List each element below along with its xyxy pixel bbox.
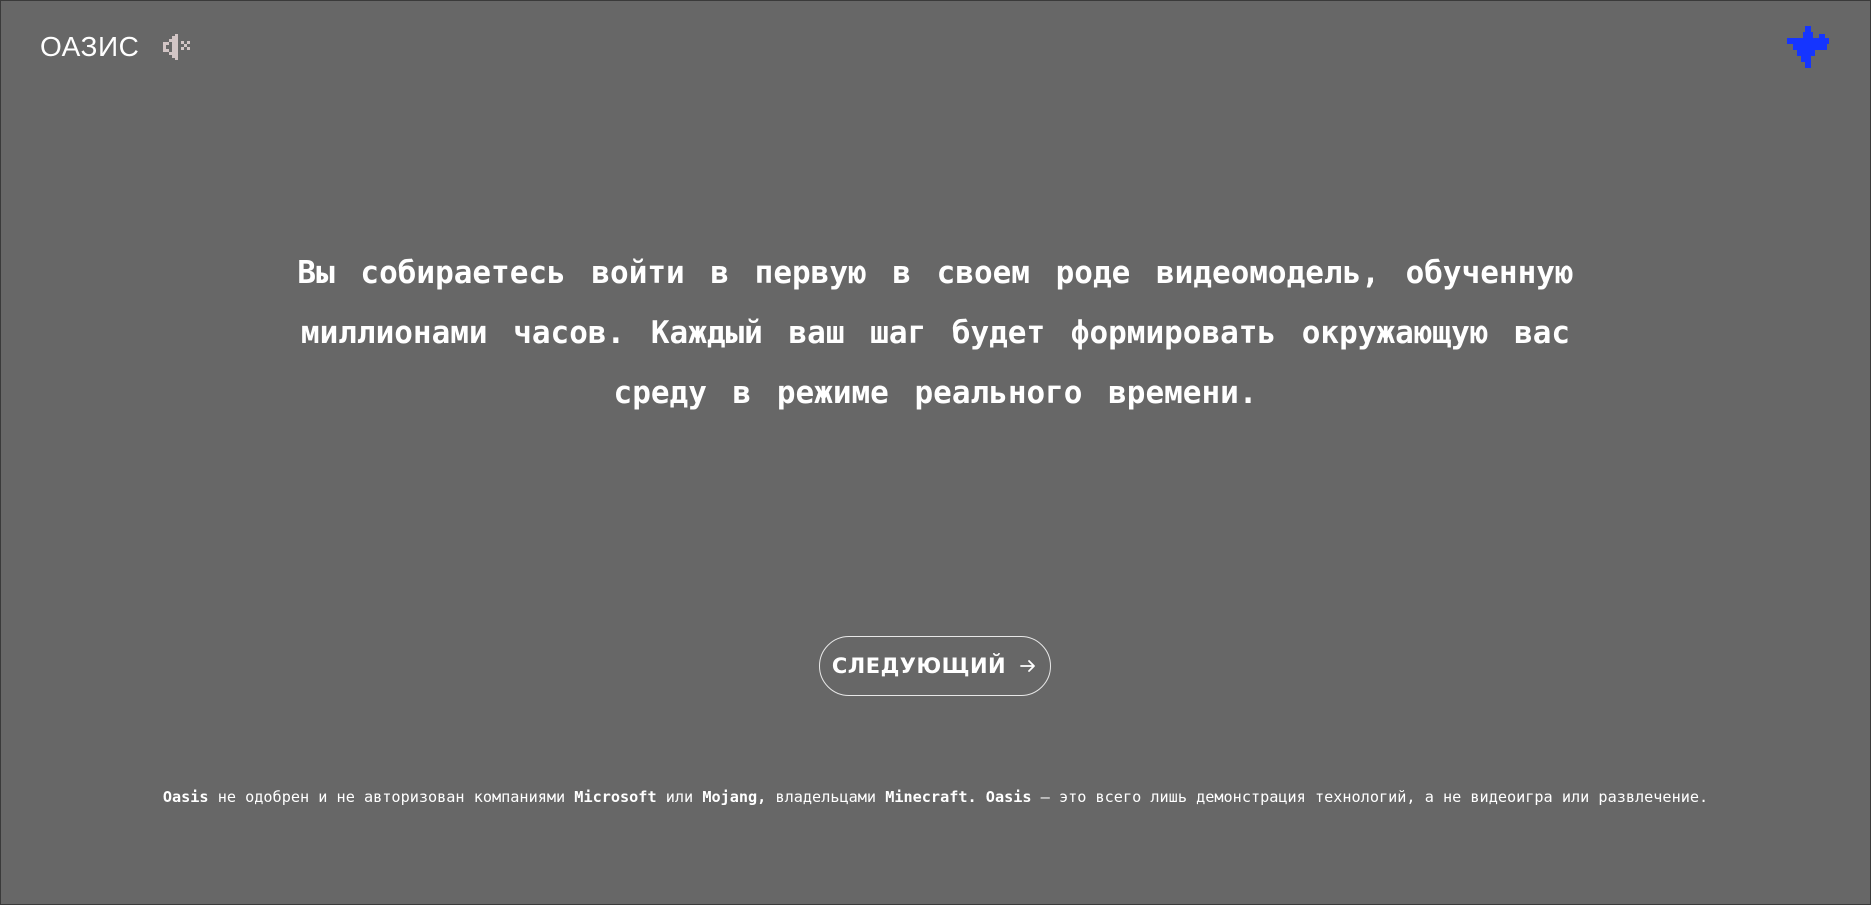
- next-button-label: СЛЕДУЮЩИЙ: [831, 654, 1007, 678]
- disclaimer-mojang: Mojang,: [702, 788, 767, 806]
- disclaimer-text: или: [656, 788, 703, 806]
- page-frame: [0, 0, 1871, 905]
- disclaimer-text: владельцами: [766, 788, 886, 806]
- disclaimer-microsoft: Microsoft: [574, 788, 657, 806]
- disclaimer: Oasis не одобрен и не авторизован компан…: [0, 788, 1871, 806]
- brand-title: ОАЗИС: [40, 31, 140, 62]
- intro-line: миллионами часов. Каждый ваш шаг будет ф…: [300, 315, 1571, 351]
- disclaimer-text: — это всего лишь демонстрация технологий…: [1031, 788, 1709, 806]
- disclaimer-oasis: Oasis: [162, 788, 209, 806]
- pixel-star-logo-icon[interactable]: [1785, 24, 1831, 70]
- header-brand: ОАЗИС: [40, 30, 193, 64]
- disclaimer-oasis: Oasis: [985, 788, 1032, 806]
- disclaimer-text: не одобрен и не авторизован компаниями: [208, 788, 575, 806]
- disclaimer-minecraft: Minecraft.: [885, 788, 977, 806]
- intro-line: Вы собираетесь войти в первую в своем ро…: [297, 255, 1574, 291]
- arrow-right-icon: [1020, 660, 1036, 672]
- intro-text: Вы собираетесь войти в первую в своем ро…: [230, 243, 1641, 423]
- next-button[interactable]: СЛЕДУЮЩИЙ: [819, 636, 1051, 696]
- disclaimer-text: [977, 788, 986, 806]
- speaker-muted-icon[interactable]: [159, 30, 193, 64]
- intro-line: среду в режиме реального времени.: [613, 375, 1258, 411]
